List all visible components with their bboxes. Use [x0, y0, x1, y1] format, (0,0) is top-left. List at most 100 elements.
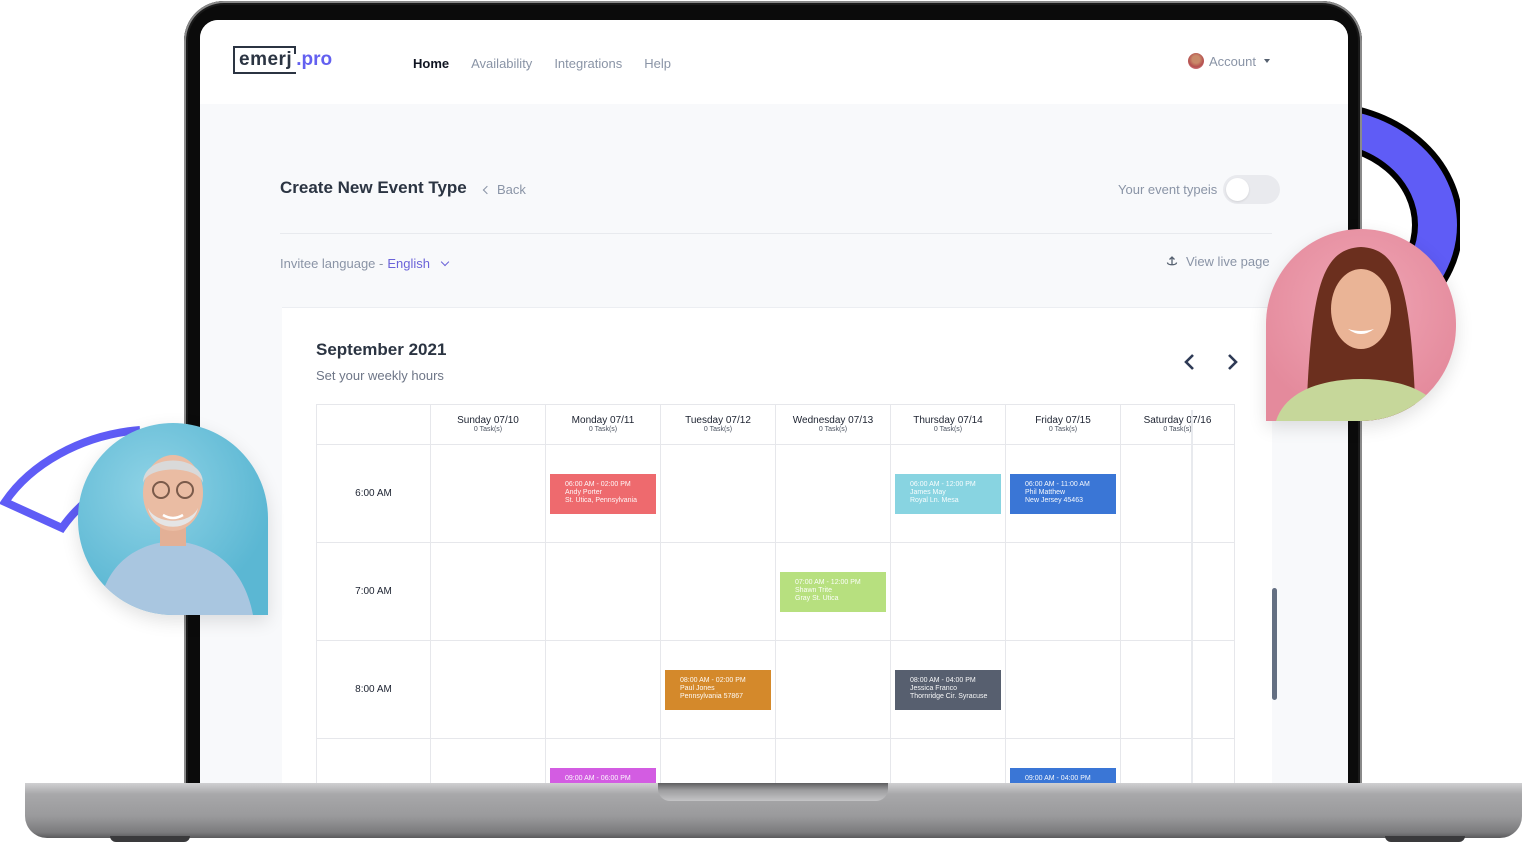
- day-header-friday: Friday 07/15 0 Task(s): [1005, 405, 1120, 444]
- user-photo-woman: [1266, 229, 1456, 421]
- laptop-notch: [658, 783, 888, 801]
- event-location: Royal Ln. Mesa: [910, 497, 959, 504]
- calendar-slot[interactable]: 06:00 AM - 02:00 PM Andy Porter St. Utica,…: [545, 445, 660, 542]
- toggle-knob: [1226, 178, 1249, 201]
- day-header-saturday: Saturday 07/16 0 Task(s): [1120, 405, 1235, 444]
- header-divider: [280, 233, 1272, 234]
- day-name: Tuesday 07/12: [685, 415, 751, 426]
- nav-link-help[interactable]: Help: [644, 56, 671, 71]
- logo-suffix: .pro: [296, 49, 333, 70]
- top-navigation: emerj .pro Home Availability Integration…: [200, 20, 1348, 104]
- day-task-count: 0 Task(s): [818, 426, 848, 433]
- scrollbar-thumb[interactable]: [1272, 588, 1277, 700]
- calendar-slot[interactable]: [775, 739, 890, 785]
- calendar-slot[interactable]: [660, 543, 775, 640]
- laptop-foot-left: [110, 836, 190, 842]
- calendar-subtitle: Set your weekly hours: [316, 368, 444, 383]
- calendar-slot[interactable]: [1120, 445, 1235, 542]
- event-type-toggle[interactable]: [1223, 175, 1280, 204]
- event-location: New Jersey 45463: [1025, 497, 1083, 504]
- account-label: Account: [1209, 53, 1256, 69]
- scrollbar-track: [1191, 410, 1193, 785]
- back-button[interactable]: Back: [482, 182, 526, 197]
- calendar-slot[interactable]: [545, 641, 660, 738]
- event-location: St. Utica, Pennsylvania: [565, 497, 637, 504]
- chevron-left-icon: [482, 185, 492, 194]
- calendar-event[interactable]: 06:00 AM - 11:00 AM Phil Matthew New Jerse…: [1010, 474, 1116, 514]
- event-time: 09:00 AM - 06:00 PM: [565, 775, 631, 782]
- calendar-slot[interactable]: [890, 739, 1005, 785]
- event-name: Phil Matthew: [1025, 489, 1066, 496]
- calendar-slot[interactable]: 06:00 AM - 12:00 PM James May Royal Ln. Me…: [890, 445, 1005, 542]
- event-time: 07:00 AM - 12:00 PM: [795, 579, 861, 586]
- caret-down-icon: [1264, 59, 1270, 63]
- day-name: Saturday 07/16: [1143, 415, 1212, 426]
- time-slot-label-cell: 9:00 AM: [316, 739, 430, 785]
- back-label: Back: [497, 182, 526, 197]
- calendar-slot[interactable]: [1120, 543, 1235, 640]
- day-task-count: 0 Task(s): [933, 426, 963, 433]
- next-week-button[interactable]: [1222, 352, 1242, 372]
- logo-wordmark: emerj: [233, 46, 297, 74]
- day-task-count: 0 Task(s): [1048, 426, 1078, 433]
- logo[interactable]: emerj .pro: [233, 46, 332, 74]
- calendar-event[interactable]: 06:00 AM - 12:00 PM James May Royal Ln. Me…: [895, 474, 1001, 514]
- calendar-slot[interactable]: 08:00 AM - 04:00 PM Jessica Franco Thornri…: [890, 641, 1005, 738]
- nav-link-home[interactable]: Home: [413, 56, 449, 71]
- event-name: Paul Jones: [680, 685, 715, 692]
- calendar-hour-row: 9:00 AM 09:00 AM - 06:00 PM 09:00 AM - 04:…: [316, 739, 1235, 785]
- day-name: Friday 07/15: [1035, 415, 1091, 426]
- previous-week-button[interactable]: [1180, 352, 1200, 372]
- nav-link-availability[interactable]: Availability: [471, 56, 532, 71]
- calendar-event[interactable]: 07:00 AM - 12:00 PM Shawn Trite Gray St. U…: [780, 572, 886, 612]
- time-column-header: [316, 405, 430, 444]
- view-live-page-link[interactable]: View live page: [1166, 254, 1270, 269]
- calendar-slot[interactable]: 07:00 AM - 12:00 PM Shawn Trite Gray St. U…: [775, 543, 890, 640]
- app-screen: emerj .pro Home Availability Integration…: [200, 20, 1348, 785]
- view-live-label: View live page: [1186, 254, 1270, 269]
- day-header-monday: Monday 07/11 0 Task(s): [545, 405, 660, 444]
- calendar-slot[interactable]: 06:00 AM - 11:00 AM Phil Matthew New Jerse…: [1005, 445, 1120, 542]
- calendar-slot[interactable]: 09:00 AM - 04:00 PM: [1005, 739, 1120, 785]
- calendar-month-title: September 2021: [316, 340, 447, 359]
- calendar-slot[interactable]: [430, 739, 545, 785]
- day-header-sunday: Sunday 07/10 0 Task(s): [430, 405, 545, 444]
- calendar-slot[interactable]: [660, 445, 775, 542]
- calendar-hour-row: 7:00 AM 07:00 AM - 12:00 PM Shawn Trite Gra…: [316, 543, 1235, 641]
- calendar-slot[interactable]: [430, 543, 545, 640]
- calendar-slot[interactable]: [890, 543, 1005, 640]
- calendar-slot[interactable]: 08:00 AM - 02:00 PM Paul Jones Pennsylvani…: [660, 641, 775, 738]
- event-name: Andy Porter: [565, 489, 602, 496]
- calendar-slot[interactable]: [1005, 641, 1120, 738]
- nav-link-integrations[interactable]: Integrations: [554, 56, 622, 71]
- account-menu[interactable]: Account: [1188, 53, 1270, 69]
- calendar-slot[interactable]: [1120, 739, 1235, 785]
- day-header-tuesday: Tuesday 07/12 0 Task(s): [660, 405, 775, 444]
- day-header-thursday: Thursday 07/14 0 Task(s): [890, 405, 1005, 444]
- event-time: 09:00 AM - 04:00 PM: [1025, 775, 1091, 782]
- day-name: Thursday 07/14: [913, 415, 983, 426]
- calendar-event[interactable]: 06:00 AM - 02:00 PM Andy Porter St. Utica,…: [550, 474, 656, 514]
- event-time: 06:00 AM - 02:00 PM: [565, 481, 631, 488]
- event-type-toggle-label: Your event typeis: [1118, 182, 1218, 197]
- calendar-slot[interactable]: [775, 445, 890, 542]
- invitee-language-select[interactable]: Invitee language - English: [280, 256, 450, 271]
- calendar-slot[interactable]: [1005, 543, 1120, 640]
- time-label: 6:00 AM: [355, 488, 392, 499]
- event-time: 06:00 AM - 11:00 AM: [1025, 481, 1090, 488]
- calendar-slot[interactable]: [430, 445, 545, 542]
- time-slot-label-cell: 8:00 AM: [316, 641, 430, 738]
- event-time: 08:00 AM - 02:00 PM: [680, 677, 746, 684]
- calendar-event[interactable]: 08:00 AM - 04:00 PM Jessica Franco Thornri…: [895, 670, 1001, 710]
- calendar-slot[interactable]: 09:00 AM - 06:00 PM: [545, 739, 660, 785]
- day-name: Monday 07/11: [571, 415, 635, 426]
- calendar-slot[interactable]: [660, 739, 775, 785]
- calendar-slot[interactable]: [430, 641, 545, 738]
- calendar-slot[interactable]: [545, 543, 660, 640]
- day-task-count: 0 Task(s): [473, 426, 503, 433]
- calendar-slot[interactable]: [1120, 641, 1235, 738]
- calendar-event[interactable]: 08:00 AM - 02:00 PM Paul Jones Pennsylvani…: [665, 670, 771, 710]
- account-avatar: [1188, 53, 1205, 69]
- day-name: Sunday 07/10: [457, 415, 519, 426]
- calendar-slot[interactable]: [775, 641, 890, 738]
